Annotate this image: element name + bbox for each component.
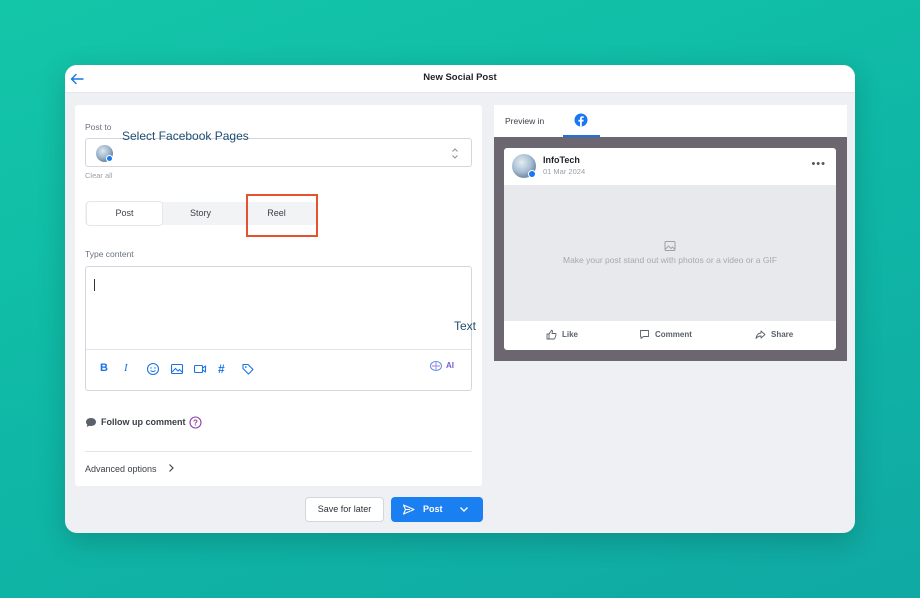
ai-brain-icon <box>430 361 442 371</box>
tab-story[interactable]: Story <box>163 202 238 225</box>
tab-post[interactable]: Post <box>87 202 162 225</box>
video-icon[interactable] <box>193 362 207 376</box>
preview-in-label: Preview in <box>505 116 545 126</box>
preview-page-name: InfoTech <box>543 155 580 165</box>
section-divider <box>85 451 472 452</box>
chevron-down-icon[interactable] <box>459 506 469 513</box>
send-icon <box>402 504 415 515</box>
post-button[interactable]: Post <box>391 497 483 522</box>
facebook-badge-icon <box>528 170 536 178</box>
select-updown-icon <box>452 148 458 159</box>
italic-icon[interactable]: I <box>124 362 138 376</box>
follow-up-label: Follow up comment <box>101 417 186 427</box>
share-action: Share <box>771 330 794 339</box>
photo-icon <box>664 241 676 251</box>
post-to-label: Post to <box>85 122 112 132</box>
text-overlay: Text <box>454 319 477 333</box>
chevron-right-icon[interactable] <box>167 463 175 473</box>
emoji-icon[interactable] <box>146 362 160 376</box>
clear-all-link[interactable]: Clear all <box>85 171 113 180</box>
page-avatar <box>96 145 113 162</box>
post-button-label: Post <box>423 504 443 514</box>
preview-header: Preview in <box>494 105 847 137</box>
text-caret <box>94 279 95 291</box>
bold-icon[interactable]: B <box>100 362 114 376</box>
preview-actions: Like Comment Share <box>504 321 836 350</box>
save-for-later-button[interactable]: Save for later <box>305 497 384 522</box>
reel-highlight-box <box>246 194 318 237</box>
facebook-badge-icon <box>106 155 113 162</box>
comment-bubble-icon <box>86 418 96 427</box>
like-action: Like <box>562 330 579 339</box>
advanced-options-link[interactable]: Advanced options <box>85 464 157 474</box>
select-overlay-text: Select Facebook Pages <box>122 129 249 143</box>
hashtag-icon[interactable]: # <box>218 362 232 376</box>
help-icon[interactable]: ? <box>189 416 202 429</box>
comment-icon <box>640 330 649 339</box>
more-options-icon[interactable]: ••• <box>811 158 826 170</box>
tag-icon[interactable] <box>241 362 255 376</box>
like-icon <box>546 329 557 340</box>
window-title: New Social Post <box>423 72 497 83</box>
preview-area: InfoTech 01 Mar 2024 ••• Make your post … <box>494 137 847 361</box>
editor-toolbar: B I # AI <box>86 349 471 391</box>
compose-card: Post to Select Facebook Pages Clear all … <box>75 105 482 486</box>
new-post-window: New Social Post Post to Select Facebook … <box>65 65 855 533</box>
share-icon <box>755 330 766 339</box>
facebook-icon[interactable] <box>574 113 588 127</box>
ai-assist-button[interactable]: AI <box>429 358 461 374</box>
facebook-post-preview: InfoTech 01 Mar 2024 ••• Make your post … <box>504 148 836 350</box>
comment-action: Comment <box>655 330 692 339</box>
image-icon[interactable] <box>170 362 184 376</box>
media-placeholder: Make your post stand out with photos or … <box>504 185 836 321</box>
preview-avatar <box>512 154 536 178</box>
ai-label: AI <box>446 361 454 370</box>
content-label: Type content <box>85 249 134 259</box>
top-bar: New Social Post <box>65 65 855 93</box>
svg-text:?: ? <box>193 418 198 427</box>
media-placeholder-text: Make your post stand out with photos or … <box>562 255 778 265</box>
content-editor[interactable]: Text B I # AI <box>85 266 476 391</box>
preview-date: 01 Mar 2024 <box>543 167 586 176</box>
